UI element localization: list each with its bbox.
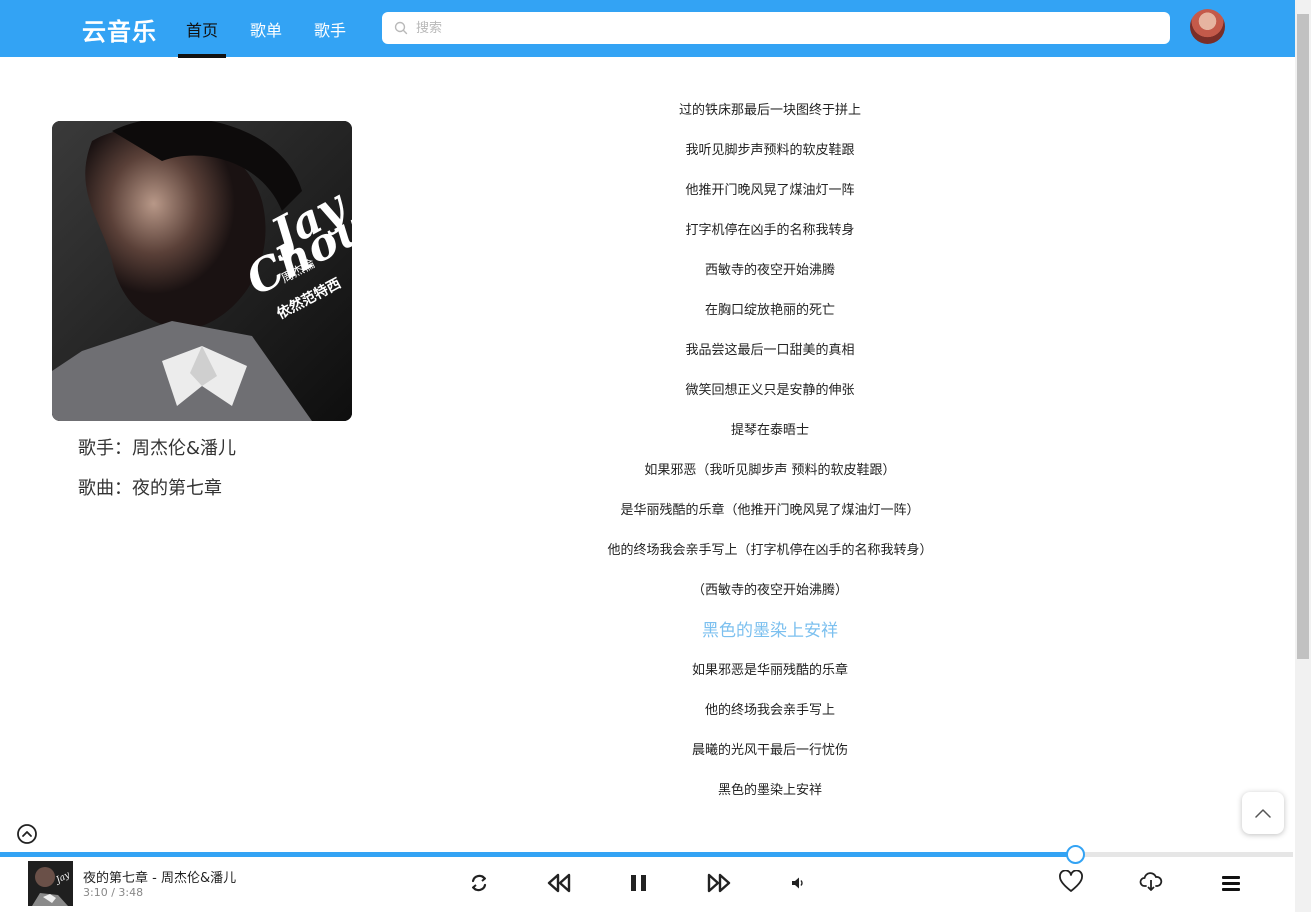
download-button[interactable] xyxy=(1139,871,1163,897)
volume-button[interactable] xyxy=(790,875,806,895)
lyric-line[interactable]: 他的终场我会亲手写上 xyxy=(460,699,1080,718)
lyric-line[interactable]: 黑色的墨染上安祥 xyxy=(460,779,1080,798)
previous-button[interactable] xyxy=(545,871,573,899)
like-button[interactable] xyxy=(1058,869,1084,898)
lyric-line[interactable]: 是华丽残酷的乐章（他推开门晚风晃了煤油灯一阵） xyxy=(460,499,1080,518)
chevron-up-icon xyxy=(1255,809,1271,818)
lyric-line[interactable]: 我品尝这最后一口甜美的真相 xyxy=(460,339,1080,358)
back-to-top-button[interactable] xyxy=(1242,792,1284,834)
progress-bar[interactable] xyxy=(0,852,1293,857)
now-playing-time: 3:10 / 3:48 xyxy=(83,886,144,899)
lyrics-panel[interactable]: 过的铁床那最后一块图终于拼上 我听见脚步声预料的软皮鞋跟 他推开门晚风晃了煤油灯一阵… xyxy=(460,0,1080,820)
page: 云音乐 首页 歌单 歌手 搜索 Jay Chou 周杰倫 依然范特西 歌手：周杰… xyxy=(0,0,1311,912)
lyric-line[interactable]: 他推开门晚风晃了煤油灯一阵 xyxy=(460,179,1080,198)
brand-logo[interactable]: 云音乐 xyxy=(82,12,157,47)
lyric-line[interactable]: 晨曦的光风干最后一行忧伤 xyxy=(460,739,1080,758)
playlist-button[interactable] xyxy=(1220,872,1242,898)
pause-button[interactable] xyxy=(628,872,650,898)
volume-icon xyxy=(792,877,803,889)
lyric-line[interactable]: 如果邪恶是华丽残酷的乐章 xyxy=(460,659,1080,678)
search-icon xyxy=(394,21,408,35)
cloud-download-icon xyxy=(1139,872,1163,891)
song-label: 歌曲：夜的第七章 xyxy=(78,478,222,499)
chevron-circle-up-icon xyxy=(17,824,37,844)
artist-label: 歌手：周杰伦&潘儿 xyxy=(78,438,237,459)
previous-icon xyxy=(547,873,571,893)
progress-handle[interactable] xyxy=(1066,845,1086,864)
expand-player-button[interactable] xyxy=(16,823,38,845)
lyric-line[interactable]: （西敏寺的夜空开始沸腾） xyxy=(460,579,1080,598)
album-cover: Jay Chou 周杰倫 依然范特西 xyxy=(52,121,352,421)
nav-active-indicator xyxy=(178,54,226,58)
nav-playlists[interactable]: 歌单 xyxy=(250,17,282,41)
loop-icon xyxy=(471,874,487,892)
pause-icon xyxy=(631,875,646,891)
progress-fill xyxy=(0,852,1076,857)
loop-button[interactable] xyxy=(468,872,490,898)
lyric-line[interactable]: 他的终场我会亲手写上（打字机停在凶手的名称我转身） xyxy=(460,539,1080,558)
nav-home[interactable]: 首页 xyxy=(186,17,218,41)
lyric-line[interactable]: 打字机停在凶手的名称我转身 xyxy=(460,219,1080,238)
nav-artists[interactable]: 歌手 xyxy=(314,17,346,41)
lyric-line[interactable]: 西敏寺的夜空开始沸腾 xyxy=(460,259,1080,278)
now-playing-cover[interactable]: Jay xyxy=(28,861,73,906)
next-icon xyxy=(707,873,731,893)
scrollbar-thumb[interactable] xyxy=(1297,14,1309,659)
playlist-menu-icon xyxy=(1222,876,1240,891)
lyric-line[interactable]: 提琴在泰晤士 xyxy=(460,419,1080,438)
lyric-line[interactable]: 在胸口绽放艳丽的死亡 xyxy=(460,299,1080,318)
lyric-line[interactable]: 如果邪恶（我听见脚步声 预料的软皮鞋跟） xyxy=(460,459,1080,478)
heart-icon xyxy=(1059,869,1083,892)
next-button[interactable] xyxy=(705,871,733,899)
user-avatar[interactable] xyxy=(1190,9,1225,44)
lyric-line[interactable]: 过的铁床那最后一块图终于拼上 xyxy=(460,99,1080,118)
lyric-line[interactable]: 微笑回想正义只是安静的伸张 xyxy=(460,379,1080,398)
now-playing-title: 夜的第七章 - 周杰伦&潘儿 xyxy=(83,871,237,886)
lyric-line[interactable]: 我听见脚步声预料的软皮鞋跟 xyxy=(460,139,1080,158)
lyric-line-current[interactable]: 黑色的墨染上安祥 xyxy=(460,616,1080,641)
